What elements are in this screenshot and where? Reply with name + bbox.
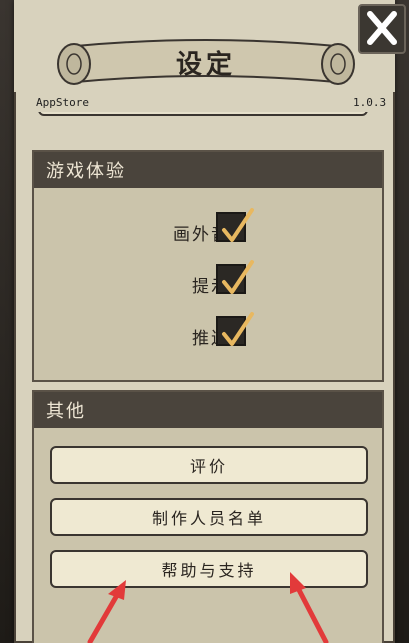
store-label: AppStore <box>36 96 89 109</box>
section-game-experience: 游戏体验 画外音 提示 推送 <box>32 150 384 382</box>
close-button[interactable] <box>358 4 406 54</box>
annotation-arrow-left <box>87 580 126 643</box>
toggle-row-push: 推送 <box>34 312 382 356</box>
close-icon <box>367 11 397 45</box>
settings-scroll-area[interactable]: 游戏体验 画外音 提示 推送 其他 评价 制作人员名单 帮助与支持 <box>14 112 395 643</box>
title-scroll-banner: 设定 <box>36 30 376 94</box>
checkmark-icon <box>222 208 254 242</box>
background-right <box>393 0 409 643</box>
annotation-arrow-right <box>290 572 329 643</box>
page-title: 设定 <box>175 49 236 80</box>
toggle-row-hints: 提示 <box>34 260 382 304</box>
checkmark-icon <box>222 260 254 294</box>
push-checkbox[interactable] <box>216 312 254 346</box>
previous-section-edge <box>38 112 368 116</box>
voiceover-checkbox[interactable] <box>216 208 254 242</box>
credits-button[interactable]: 制作人员名单 <box>50 498 368 536</box>
checkmark-icon <box>222 312 254 346</box>
hints-checkbox[interactable] <box>216 260 254 294</box>
version-label: 1.0.3 <box>353 96 387 109</box>
section-title-game-experience: 游戏体验 <box>34 152 382 188</box>
toggle-row-voiceover: 画外音 <box>34 208 382 252</box>
rate-button[interactable]: 评价 <box>50 446 368 484</box>
section-title-other: 其他 <box>34 392 382 428</box>
